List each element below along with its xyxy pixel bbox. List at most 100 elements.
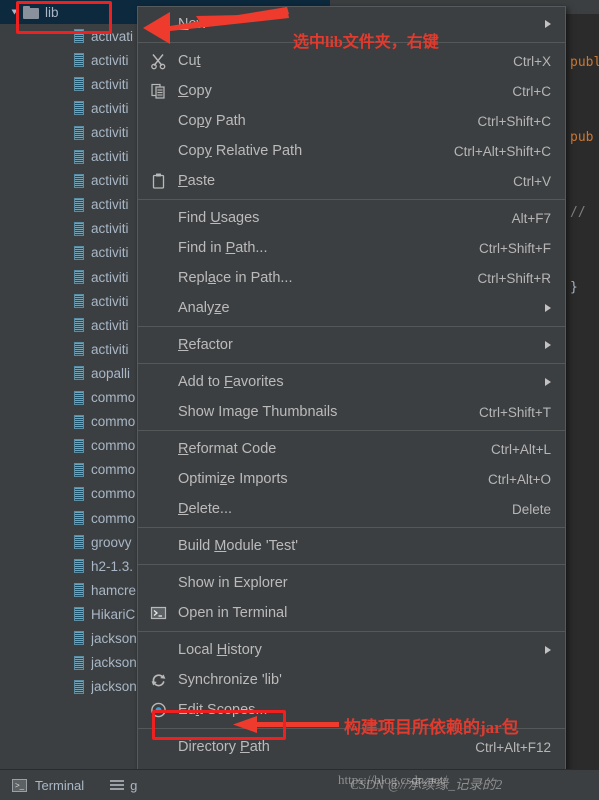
menu-item-copy[interactable]: Copy Ctrl+C <box>138 76 565 106</box>
chevron-right-icon <box>545 341 551 349</box>
menu-item-label: New <box>178 16 208 32</box>
clipboard-icon <box>150 173 167 190</box>
jar-icon <box>74 125 84 140</box>
tree-item-label: jackson <box>91 679 137 695</box>
menu-item-copy-path[interactable]: Copy Path Ctrl+Shift+C <box>138 106 565 136</box>
jar-icon <box>74 342 84 357</box>
menu-item-shortcut: Ctrl+Alt+F12 <box>475 739 551 755</box>
folder-icon <box>23 5 39 19</box>
menu-item-cut[interactable]: Cut Ctrl+X <box>138 46 565 76</box>
code-line: public <box>570 55 599 70</box>
menu-item-label: Cut <box>178 53 201 69</box>
menu-item-find-in-path[interactable]: Find in Path... Ctrl+Shift+F <box>138 233 565 263</box>
menu-item-replace-in-path[interactable]: Replace in Path... Ctrl+Shift+R <box>138 263 565 293</box>
scissors-icon <box>150 53 167 70</box>
jar-icon <box>74 438 84 453</box>
tree-item-label: activiti <box>91 100 129 116</box>
tree-item-label: commo <box>91 462 136 478</box>
jar-icon <box>74 101 84 116</box>
menu-item-shortcut: Ctrl+Alt+Shift+C <box>453 143 551 159</box>
menu-item-open-in-terminal[interactable]: Open in Terminal <box>138 598 565 628</box>
menu-item-build-module-test[interactable]: Build Module 'Test' <box>138 531 565 561</box>
tree-item-label: activiti <box>91 317 129 333</box>
menu-item-reformat-code[interactable]: Reformat Code Ctrl+Alt+L <box>138 434 565 464</box>
tree-item-label: activiti <box>91 221 129 237</box>
menu-item-label: Copy <box>178 83 212 99</box>
menu-item-label: Copy Path <box>178 113 246 129</box>
menu-item-label: Add to Favorites <box>178 374 284 390</box>
menu-item-label: Copy Relative Path <box>178 143 303 159</box>
jar-icon <box>74 679 84 694</box>
status-bar: >_ Terminal g <box>0 769 599 800</box>
jar-icon <box>74 462 84 477</box>
tree-item-label: HikariC <box>91 606 136 622</box>
menu-item-shortcut: Ctrl+C <box>512 83 551 99</box>
menu-item-find-usages[interactable]: Find Usages Alt+F7 <box>138 203 565 233</box>
jar-icon <box>74 486 84 501</box>
menu-item-add-to-favorites[interactable]: Add to Favorites <box>138 367 565 397</box>
tree-item-label: activiti <box>91 197 129 213</box>
code-line: pub <box>570 130 594 145</box>
tree-item-label: commo <box>91 510 136 526</box>
menu-item-shortcut: Ctrl+Alt+O <box>487 471 551 487</box>
tree-item-label: activiti <box>91 76 129 92</box>
menu-item-analyze[interactable]: Analyze <box>138 293 565 323</box>
menu-item-synchronize-lib[interactable]: Synchronize 'lib' <box>138 665 565 695</box>
tree-item-label: activiti <box>91 245 129 261</box>
menu-item-new[interactable]: New <box>138 9 565 39</box>
tree-item-label: aopalli <box>91 365 131 381</box>
menu-item-label: Find Usages <box>178 210 260 226</box>
menu-item-refactor[interactable]: Refactor <box>138 330 565 360</box>
ide-window: 3 public pub // } lib activatiactivitiac… <box>0 0 599 800</box>
code-line: } <box>570 280 578 295</box>
context-menu[interactable]: New Cut Ctrl+X Copy Ctrl+C Copy Path Ctrl+Shif… <box>137 6 566 800</box>
menu-item-copy-relative-path[interactable]: Copy Relative Path Ctrl+Alt+Shift+C <box>138 136 565 166</box>
menu-item-edit-scopes[interactable]: Edit Scopes... <box>138 695 565 725</box>
tree-item-label: lib <box>45 4 59 20</box>
menu-item-label: Edit Scopes... <box>178 702 268 718</box>
jar-icon <box>74 53 84 68</box>
menu-item-shortcut: Ctrl+V <box>513 173 551 189</box>
menu-item-shortcut: Ctrl+Shift+C <box>477 113 551 129</box>
menu-item-label: Optimize Imports <box>178 471 288 487</box>
menu-separator <box>138 631 565 632</box>
menu-item-label: Open in Terminal <box>178 605 288 621</box>
status-terminal-button[interactable]: >_ Terminal <box>12 778 84 793</box>
scope-icon <box>150 702 167 719</box>
menu-item-delete[interactable]: Delete... Delete <box>138 494 565 524</box>
menu-item-optimize-imports[interactable]: Optimize Imports Ctrl+Alt+O <box>138 464 565 494</box>
jar-icon <box>74 270 84 285</box>
tree-item-label: activati <box>91 28 134 44</box>
chevron-down-icon[interactable] <box>11 9 18 15</box>
menu-separator <box>138 326 565 327</box>
menu-item-label: Build Module 'Test' <box>178 538 299 554</box>
tree-item-label: commo <box>91 390 136 406</box>
jar-icon <box>74 366 84 381</box>
menu-item-label: Delete... <box>178 501 233 517</box>
status-second-button[interactable]: g <box>110 778 137 793</box>
menu-item-label: Synchronize 'lib' <box>178 672 282 688</box>
menu-item-label: Paste <box>178 173 216 189</box>
chevron-right-icon <box>545 304 551 312</box>
copy-icon <box>150 83 167 100</box>
menu-separator <box>138 199 565 200</box>
watermark-author: CSDN @//承续缘_记录的2 <box>350 777 503 792</box>
refresh-icon <box>150 672 167 689</box>
tree-item-label: activiti <box>91 173 129 189</box>
jar-icon <box>74 607 84 622</box>
tree-item-label: activiti <box>91 341 129 357</box>
menu-item-show-image-thumbnails[interactable]: Show Image Thumbnails Ctrl+Shift+T <box>138 397 565 427</box>
jar-icon <box>74 77 84 92</box>
menu-item-paste[interactable]: Paste Ctrl+V <box>138 166 565 196</box>
menu-item-shortcut: Alt+F7 <box>511 210 551 226</box>
jar-icon <box>74 655 84 670</box>
menu-item-local-history[interactable]: Local History <box>138 635 565 665</box>
menu-item-shortcut: Ctrl+Shift+R <box>477 270 551 286</box>
tree-item-label: commo <box>91 486 136 502</box>
menu-item-show-in-explorer[interactable]: Show in Explorer <box>138 568 565 598</box>
chevron-right-icon <box>545 20 551 28</box>
menu-item-directory-path[interactable]: Directory Path Ctrl+Alt+F12 <box>138 732 565 762</box>
jar-icon <box>74 245 84 260</box>
tree-item-label: jackson <box>91 655 137 671</box>
menu-separator <box>138 430 565 431</box>
